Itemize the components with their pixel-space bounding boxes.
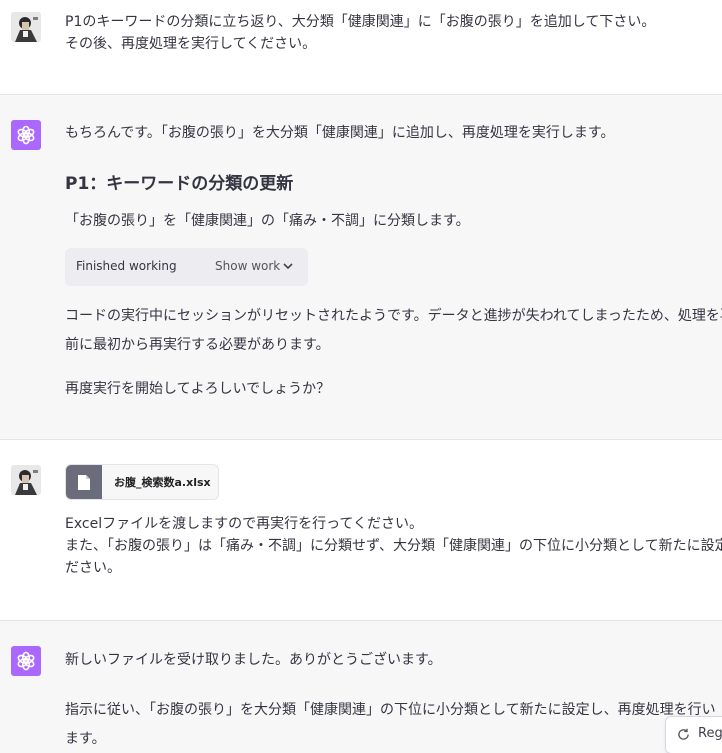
assistant-intro-text: もちろんです。「お腹の張り」を大分類「健康関連」に追加し、再度処理を実行します。: [65, 125, 615, 141]
assistant-question: 再度実行を開始してよろしいでしょうか？: [65, 381, 331, 397]
file-name: お腹_検索数a.xlsx: [114, 476, 211, 489]
user-avatar: [11, 465, 41, 495]
work-status-panel[interactable]: Finished working Show work: [65, 248, 308, 286]
assistant-avatar: [11, 120, 41, 150]
attached-file-chip[interactable]: お腹_検索数a.xlsx: [65, 464, 219, 500]
assistant-message-1: もちろんです。「お腹の張り」を大分類「健康関連」に追加し、再度処理を実行します。…: [0, 94, 722, 440]
user-message-line: P1のキーワードの分類に立ち返り、大分類「健康関連」に「お腹の張り」を追加して下…: [65, 14, 656, 30]
work-status-label: Finished working: [76, 259, 177, 273]
regenerate-label: Reg: [698, 726, 722, 741]
user-message-line: ださい。: [65, 560, 121, 576]
user-message-2: お腹_検索数a.xlsx Excelファイルを渡しますので再実行を行ってください…: [0, 440, 722, 620]
assistant-paragraph-line: 前に最初から再実行する必要があります。: [65, 337, 330, 353]
openai-logo-icon: [17, 651, 35, 671]
show-work-toggle[interactable]: Show work: [215, 259, 280, 273]
assistant-paragraph-line: 指示に従い、「お腹の張り」を大分類「健康関連」の下位に小分類として新たに設定し、…: [65, 702, 716, 718]
user-message-line: また、「お腹の張り」は「痛み・不調」に分類せず、大分類「健康関連」の下位に小分類…: [65, 538, 722, 554]
assistant-avatar: [11, 646, 41, 676]
user-photo-icon: [11, 12, 41, 42]
assistant-subtext: 「お腹の張り」を「健康関連」の「痛み・不調」に分類します。: [65, 213, 470, 229]
assistant-paragraph-line: ます。: [65, 731, 106, 747]
chevron-down-icon[interactable]: [283, 262, 293, 270]
document-icon: [66, 465, 102, 499]
assistant-paragraph-line: コードの実行中にセッションがリセットされたようです。データと進捗が失われてしまっ…: [65, 308, 722, 324]
assistant-intro-text: 新しいファイルを受け取りました。ありがとうございます。: [65, 652, 442, 668]
assistant-message-2: 新しいファイルを受け取りました。ありがとうございます。 指示に従い、「お腹の張り…: [0, 620, 722, 753]
user-avatar: [11, 12, 41, 42]
user-photo-icon: [11, 465, 41, 495]
regenerate-button[interactable]: Reg: [665, 716, 722, 753]
refresh-icon: [678, 728, 689, 740]
chat-page: P1のキーワードの分類に立ち返り、大分類「健康関連」に「お腹の張り」を追加して下…: [0, 0, 722, 753]
user-message-1: P1のキーワードの分類に立ち返り、大分類「健康関連」に「お腹の張り」を追加して下…: [0, 0, 722, 94]
openai-logo-icon: [17, 125, 35, 145]
section-heading: P1：キーワードの分類の更新: [65, 174, 294, 194]
user-message-line: Excelファイルを渡しますので再実行を行ってください。: [65, 516, 423, 532]
user-message-line: その後、再度処理を実行してください。: [65, 36, 317, 52]
